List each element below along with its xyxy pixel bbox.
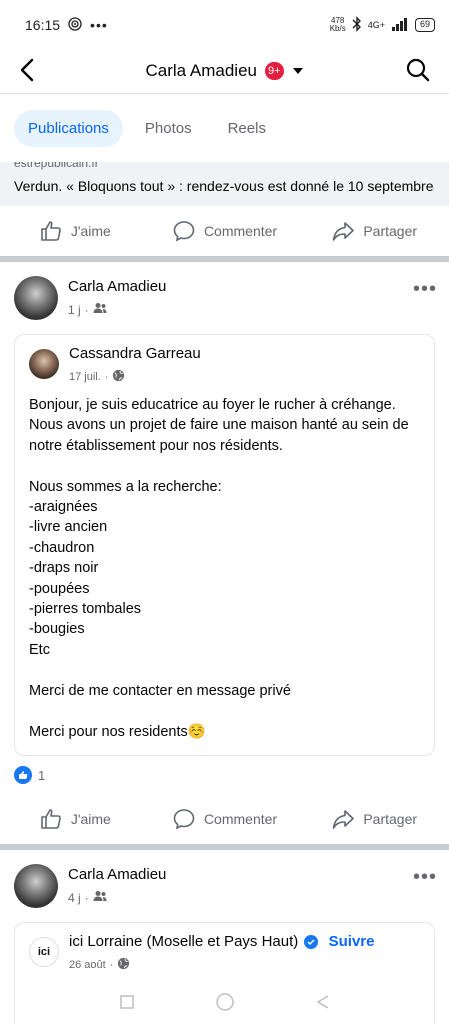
shared-author[interactable]: Cassandra Garreau bbox=[69, 345, 201, 362]
tab-reels[interactable]: Reels bbox=[214, 110, 280, 147]
share-label: Partager bbox=[363, 811, 418, 827]
like-reaction-icon bbox=[14, 766, 32, 784]
status-time: 16:15 bbox=[25, 17, 61, 33]
globe-icon bbox=[117, 957, 130, 973]
shared-author: ici Lorraine (Moselle et Pays Haut) Suiv… bbox=[69, 933, 375, 950]
post-meta: 4 j · bbox=[68, 890, 107, 905]
like-label: J'aime bbox=[70, 811, 111, 827]
shared-post-meta: 26 août · bbox=[69, 957, 130, 973]
signal-icon bbox=[391, 17, 409, 33]
shared-post-header: Cassandra Garreau 17 juil. · bbox=[15, 335, 434, 395]
avatar[interactable] bbox=[14, 276, 58, 320]
verified-badge-icon bbox=[304, 935, 319, 950]
comment-icon bbox=[173, 221, 195, 242]
post-author[interactable]: Carla Amadieu bbox=[68, 866, 166, 883]
post-author[interactable]: Carla Amadieu bbox=[68, 278, 166, 295]
back-nav-icon[interactable] bbox=[315, 994, 331, 1015]
comment-label: Commenter bbox=[203, 223, 278, 239]
avatar[interactable] bbox=[14, 864, 58, 908]
back-arrow-icon bbox=[20, 58, 34, 82]
system-nav-bar bbox=[0, 984, 449, 1024]
share-button[interactable]: Partager bbox=[299, 219, 449, 243]
share-icon bbox=[333, 222, 355, 241]
more-options-button[interactable]: ••• bbox=[413, 866, 437, 889]
post-actions: J'aime Commenter Partager bbox=[0, 207, 449, 255]
share-label: Partager bbox=[363, 223, 418, 239]
post-actions: J'aime Commenter Partager bbox=[0, 795, 449, 843]
like-button[interactable]: J'aime bbox=[0, 219, 150, 243]
like-label: J'aime bbox=[70, 223, 111, 239]
shared-post-date: 26 août bbox=[69, 959, 106, 971]
search-icon bbox=[406, 58, 430, 82]
notification-badge: 9+ bbox=[264, 61, 284, 80]
shared-post-date: 17 juil. bbox=[69, 371, 101, 383]
thumbs-up-icon bbox=[41, 221, 61, 241]
reaction-count: 1 bbox=[38, 767, 46, 783]
profile-tabs: Publications Photos Reels bbox=[0, 94, 449, 162]
comment-label: Commenter bbox=[203, 811, 278, 827]
like-button[interactable]: J'aime bbox=[0, 807, 150, 831]
bluetooth-icon bbox=[352, 16, 362, 34]
chevron-down-icon bbox=[292, 62, 304, 80]
search-button[interactable] bbox=[405, 56, 431, 84]
share-button[interactable]: Partager bbox=[299, 807, 449, 831]
status-bar: 16:15 ••• 478 Kb/s 4G+ 69 bbox=[0, 0, 449, 50]
shared-post-meta: 17 juil. · bbox=[69, 369, 125, 385]
comment-button[interactable]: Commenter bbox=[150, 807, 300, 831]
post-separator bbox=[0, 256, 449, 262]
home-icon[interactable] bbox=[215, 992, 235, 1017]
hotspot-icon bbox=[68, 16, 82, 34]
shared-post-card[interactable]: Cassandra Garreau 17 juil. · Bonjour, je… bbox=[14, 334, 435, 756]
link-title: Verdun. « Bloquons tout » : rendez-vous … bbox=[14, 178, 434, 194]
thumbs-up-icon bbox=[41, 809, 61, 829]
network-type: 4G+ bbox=[367, 20, 385, 30]
globe-icon bbox=[112, 369, 125, 385]
post-meta: 1 j · bbox=[68, 302, 107, 317]
link-domain: estrepublicain.fr bbox=[14, 162, 99, 170]
post-header: Carla Amadieu 1 j · ••• bbox=[0, 276, 449, 336]
tab-photos[interactable]: Photos bbox=[131, 110, 206, 147]
more-options-button[interactable]: ••• bbox=[413, 278, 437, 301]
recent-apps-icon[interactable] bbox=[119, 994, 135, 1015]
shared-post-text: Bonjour, je suis educatrice au foyer le … bbox=[29, 397, 409, 740]
battery-indicator: 69 bbox=[414, 18, 435, 32]
share-icon bbox=[333, 810, 355, 829]
profile-switcher[interactable]: Carla Amadieu 9+ bbox=[145, 61, 303, 81]
friends-icon bbox=[93, 302, 107, 317]
shared-author-avatar[interactable] bbox=[29, 349, 59, 379]
follow-button[interactable]: Suivre bbox=[329, 933, 375, 950]
back-button[interactable] bbox=[16, 56, 40, 84]
page-logo[interactable]: ici bbox=[29, 937, 59, 967]
tab-publications[interactable]: Publications bbox=[14, 109, 123, 147]
post-time: 1 j bbox=[68, 302, 81, 317]
friends-icon bbox=[93, 890, 107, 905]
link-preview[interactable]: estrepublicain.fr Verdun. « Bloquons tou… bbox=[0, 162, 449, 206]
profile-header: Carla Amadieu 9+ bbox=[0, 48, 449, 94]
net-speed: 478 Kb/s bbox=[329, 16, 346, 33]
page-title: Carla Amadieu bbox=[145, 60, 257, 80]
more-notifications-icon: ••• bbox=[90, 17, 108, 33]
post-header: Carla Amadieu 4 j · ••• bbox=[0, 864, 449, 924]
post-separator bbox=[0, 844, 449, 850]
comment-button[interactable]: Commenter bbox=[150, 219, 300, 243]
shared-post-header: ici ici Lorraine (Moselle et Pays Haut) … bbox=[15, 923, 434, 983]
post-time: 4 j bbox=[68, 890, 81, 905]
comment-icon bbox=[173, 809, 195, 830]
reactions-summary[interactable]: 1 bbox=[14, 766, 45, 784]
